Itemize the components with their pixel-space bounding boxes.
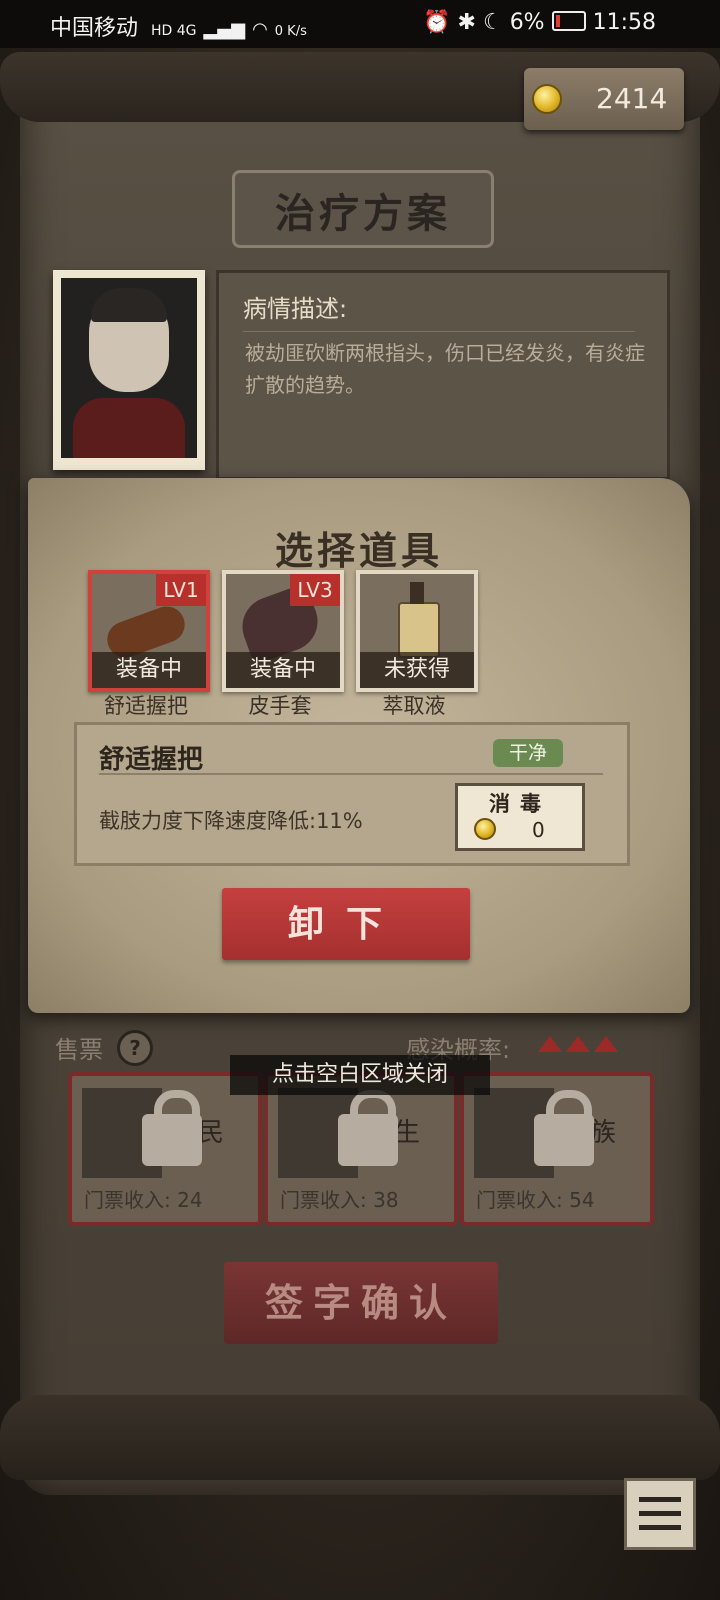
status-bar: 中国移动 HD 4G ▂▄▆ ◠ 0 K/s ⏰ ✱ ☾ 6% 11:58 bbox=[0, 0, 720, 48]
ticket-income: 门票收入: 38 bbox=[280, 1188, 399, 1212]
page-title: 治疗方案 bbox=[275, 190, 451, 237]
carrier: 中国移动 bbox=[50, 16, 139, 41]
bluetooth-icon: ✱ bbox=[457, 10, 476, 35]
patient-face bbox=[61, 278, 197, 458]
ticket-label: 售票 bbox=[55, 1036, 103, 1064]
ticket-income: 门票收入: 54 bbox=[476, 1188, 595, 1212]
tool-name: 舒适握把 bbox=[104, 694, 188, 718]
menu-icon bbox=[639, 1497, 681, 1502]
lock-body bbox=[142, 1114, 202, 1166]
disinfect-button[interactable]: 消毒 0 bbox=[455, 783, 585, 851]
infection-arrow-icon bbox=[566, 1036, 590, 1052]
ticket-card-student[interactable]: 学生 门票收入: 38 bbox=[264, 1072, 458, 1226]
ticket-income: 门票收入: 24 bbox=[84, 1188, 203, 1212]
coin-icon bbox=[532, 84, 562, 114]
tool-detail-panel: 舒适握把 干净 截肢力度下降速度降低:11% 消毒 0 bbox=[74, 722, 630, 866]
battery-icon bbox=[551, 11, 586, 31]
coin-icon bbox=[474, 818, 496, 840]
menu-icon-line bbox=[639, 1525, 681, 1530]
clock: 11:58 bbox=[592, 10, 656, 35]
tool-state: 装备中 bbox=[226, 652, 340, 688]
clean-status-badge: 干净 bbox=[493, 739, 563, 767]
network-indicator: HD 4G bbox=[151, 23, 197, 39]
tool-select-popup: 选择道具 LV1 装备中 LV3 装备中 未获得 舒适握把 皮手套 萃取液 舒适… bbox=[28, 478, 690, 1013]
help-icon[interactable]: ? bbox=[117, 1030, 153, 1066]
battery-text: 6% bbox=[509, 10, 545, 35]
bottle-icon bbox=[398, 602, 440, 658]
tool-extract[interactable]: 未获得 bbox=[356, 570, 478, 692]
condition-description: 被劫匪砍断两根指头，伤口已经发炎，有炎症扩散的趋势。 bbox=[245, 341, 645, 397]
tool-effect: 截肢力度下降速度降低:11% bbox=[99, 809, 363, 833]
status-right: ⏰ ✱ ☾ 6% 11:58 bbox=[423, 10, 656, 35]
divider bbox=[99, 773, 603, 775]
status-left: 中国移动 HD 4G ▂▄▆ ◠ 0 K/s bbox=[50, 10, 307, 42]
lock-body bbox=[338, 1114, 398, 1166]
tool-comfort-grip[interactable]: LV1 装备中 bbox=[88, 570, 210, 692]
tool-state: 装备中 bbox=[92, 652, 206, 688]
signal-icon: ▂▄▆ bbox=[203, 19, 246, 40]
lock-body bbox=[534, 1114, 594, 1166]
level-badge: LV3 bbox=[290, 574, 340, 606]
ticket-card-civilian[interactable]: 平民 门票收入: 24 bbox=[68, 1072, 262, 1226]
tool-name: 皮手套 bbox=[248, 694, 312, 718]
ticket-card-noble[interactable]: 贵族 门票收入: 54 bbox=[460, 1072, 654, 1226]
disinfect-cost: 0 bbox=[532, 818, 545, 842]
infection-arrow-icon bbox=[594, 1036, 618, 1052]
moon-icon: ☾ bbox=[482, 10, 503, 35]
title-banner: 治疗方案 bbox=[232, 170, 494, 248]
coin-amount: 2414 bbox=[596, 82, 668, 115]
menu-icon-line bbox=[639, 1511, 681, 1516]
unequip-button[interactable]: 卸下 bbox=[222, 888, 470, 960]
scroll-bottom-roll bbox=[0, 1395, 720, 1480]
bottle-neck bbox=[410, 582, 424, 604]
infection-arrow-icon bbox=[538, 1036, 562, 1052]
tool-leather-glove[interactable]: LV3 装备中 bbox=[222, 570, 344, 692]
divider bbox=[243, 331, 635, 332]
sign-confirm-button[interactable]: 签字确认 bbox=[224, 1262, 498, 1344]
tool-name: 萃取液 bbox=[382, 694, 446, 718]
tool-state: 未获得 bbox=[360, 652, 474, 688]
condition-panel: 病情描述: 被劫匪砍断两根指头，伤口已经发炎，有炎症扩散的趋势。 bbox=[216, 270, 670, 480]
menu-button[interactable] bbox=[624, 1478, 696, 1550]
currency-plank: 2414 bbox=[524, 68, 684, 130]
disinfect-label: 消毒 bbox=[489, 792, 551, 816]
wifi-icon: ◠ bbox=[252, 19, 268, 40]
net-speed: 0 K/s bbox=[274, 24, 307, 39]
popup-title: 选择道具 bbox=[274, 528, 443, 573]
detail-tool-name: 舒适握把 bbox=[99, 745, 204, 775]
patient-portrait bbox=[53, 270, 205, 470]
close-hint: 点击空白区域关闭 bbox=[230, 1055, 490, 1095]
level-badge: LV1 bbox=[156, 574, 206, 606]
condition-title: 病情描述: bbox=[243, 295, 348, 323]
alarm-icon: ⏰ bbox=[423, 10, 451, 35]
